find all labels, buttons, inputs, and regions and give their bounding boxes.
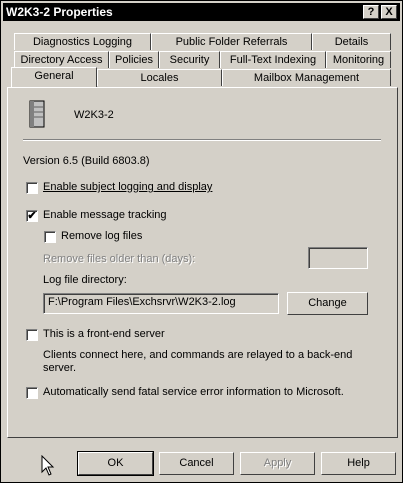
tab-security[interactable]: Security — [159, 51, 220, 68]
message-tracking-label[interactable]: Enable message tracking — [43, 209, 167, 221]
tab-full-text-indexing[interactable]: Full-Text Indexing — [220, 51, 326, 68]
remove-log-files-label[interactable]: Remove log files — [61, 230, 142, 242]
version-text: Version 6.5 (Build 6803.8) — [23, 155, 150, 167]
cancel-button[interactable]: Cancel — [159, 452, 234, 475]
front-end-server-checkbox[interactable] — [26, 329, 38, 341]
ok-button[interactable]: OK — [77, 451, 154, 476]
auto-send-errors-label[interactable]: Automatically send fatal service error i… — [43, 386, 344, 398]
checkmark-icon: ✔ — [27, 210, 37, 222]
tab-locales[interactable]: Locales — [97, 69, 222, 86]
remove-log-files-checkbox[interactable] — [44, 231, 56, 243]
front-end-description: Clients connect here, and commands are r… — [43, 349, 353, 374]
tab-details[interactable]: Details — [312, 33, 391, 50]
remove-older-than-label: Remove files older than (days): — [43, 253, 196, 265]
tab-monitoring[interactable]: Monitoring — [326, 51, 391, 68]
log-directory-label: Log file directory: — [43, 274, 127, 286]
tab-directory-access[interactable]: Directory Access — [14, 51, 109, 68]
title-bar[interactable]: W2K3-2 Properties ? X — [3, 3, 400, 21]
separator — [23, 139, 381, 141]
server-name: W2K3-2 — [74, 109, 114, 121]
front-end-server-label[interactable]: This is a front-end server — [43, 328, 165, 340]
close-button[interactable]: X — [381, 5, 397, 19]
help-title-button[interactable]: ? — [363, 5, 379, 19]
subject-logging-checkbox[interactable] — [26, 182, 38, 194]
apply-button[interactable]: Apply — [240, 452, 315, 475]
tab-diagnostics-logging[interactable]: Diagnostics Logging — [14, 33, 151, 50]
auto-send-errors-checkbox[interactable] — [26, 387, 38, 399]
general-tab-panel: W2K3-2 Version 6.5 (Build 6803.8) Enable… — [7, 87, 398, 438]
message-tracking-checkbox[interactable]: ✔ — [26, 210, 38, 222]
tab-general[interactable]: General — [11, 67, 97, 87]
log-directory-field[interactable]: F:\Program Files\Exchsrvr\W2K3-2.log — [43, 293, 279, 314]
server-icon — [27, 99, 47, 129]
change-button[interactable]: Change — [287, 292, 368, 315]
properties-dialog: W2K3-2 Properties ? X Diagnostics Loggin… — [0, 0, 403, 483]
help-button[interactable]: Help — [321, 452, 396, 475]
window-title: W2K3-2 Properties — [6, 5, 113, 19]
tab-policies[interactable]: Policies — [109, 51, 159, 68]
subject-logging-label[interactable]: Enable subject logging and display — [43, 181, 212, 193]
tab-mailbox-management[interactable]: Mailbox Management — [222, 69, 391, 86]
mouse-cursor-icon — [41, 454, 55, 477]
remove-older-than-days-input[interactable] — [308, 247, 368, 269]
tab-public-folder-referrals[interactable]: Public Folder Referrals — [151, 33, 312, 50]
